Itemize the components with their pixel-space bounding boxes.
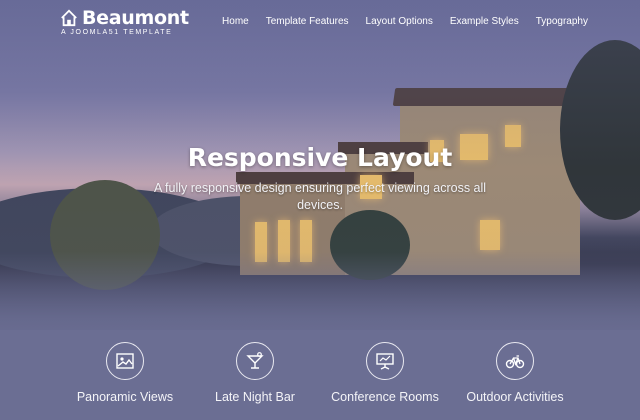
nav-item-template-features[interactable]: Template Features: [266, 16, 349, 27]
logo-subtitle: A JOOMLA51 TEMPLATE: [61, 29, 173, 36]
feature-label: Outdoor Activities: [466, 390, 564, 404]
hero-title: Responsive Layout: [187, 143, 453, 172]
nav-item-example-styles[interactable]: Example Styles: [450, 16, 519, 27]
picture-icon: [116, 353, 134, 369]
feature-label: Conference Rooms: [331, 390, 439, 404]
feature-icon-circle: [106, 342, 144, 380]
feature-item[interactable]: Conference Rooms: [320, 342, 450, 404]
bicycle-icon: [505, 355, 525, 369]
feature-label: Late Night Bar: [215, 390, 295, 404]
site-header: Beaumont A JOOMLA51 TEMPLATE Home Templa…: [0, 0, 640, 46]
page: Beaumont A JOOMLA51 TEMPLATE Home Templa…: [0, 0, 640, 420]
nav-item-typography[interactable]: Typography: [536, 16, 588, 27]
feature-item[interactable]: Outdoor Activities: [450, 342, 580, 404]
feature-label: Panoramic Views: [76, 390, 174, 404]
nav-item-layout-options[interactable]: Layout Options: [366, 16, 433, 27]
feature-icon-circle: [496, 342, 534, 380]
hero-subtitle: A fully responsive design ensuring perfe…: [153, 181, 487, 212]
presentation-icon: [376, 353, 394, 370]
logo-title: Beaumont: [82, 7, 189, 29]
feature-item[interactable]: Panoramic Views: [60, 342, 190, 404]
feature-item[interactable]: Late Night Bar: [190, 342, 320, 404]
feature-icon-circle: [236, 342, 274, 380]
house-icon: [61, 9, 77, 27]
logo[interactable]: Beaumont A JOOMLA51 TEMPLATE: [60, 8, 189, 36]
feature-icon-circle: [366, 342, 404, 380]
feature-row: Panoramic Views Late Night Bar Conferenc…: [60, 342, 580, 404]
nav-item-home[interactable]: Home: [222, 16, 249, 27]
main-nav: Home Template Features Layout Options Ex…: [222, 16, 588, 27]
cocktail-icon: [246, 352, 264, 369]
